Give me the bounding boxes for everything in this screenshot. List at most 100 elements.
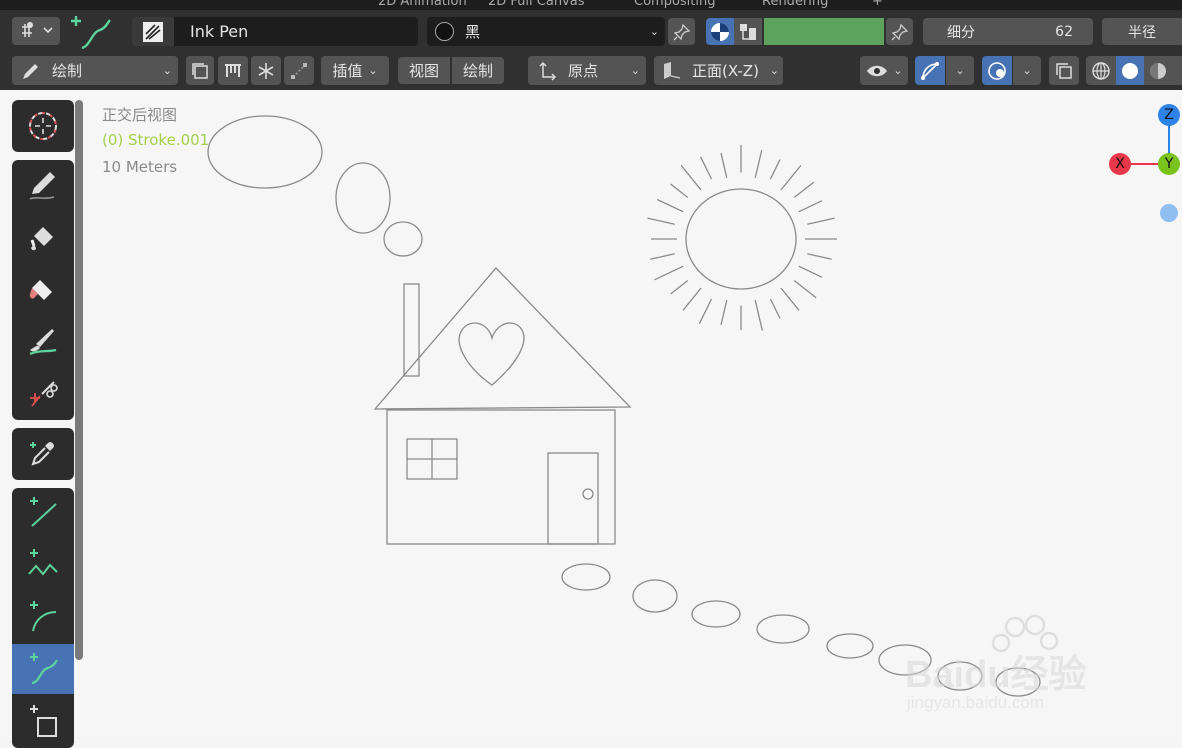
multiframe-icon[interactable] [186, 56, 214, 85]
navigation-gizmo[interactable]: Z X Y [1100, 100, 1182, 230]
pin-icon-2[interactable] [886, 18, 913, 45]
tab-compositing[interactable]: Compositing [634, 0, 716, 9]
solid-shading-icon[interactable] [1116, 56, 1144, 85]
sun-ray [798, 265, 823, 278]
plane-icon [664, 61, 681, 79]
sun-ray [650, 253, 675, 260]
view-menu-label: 视图 [408, 62, 439, 80]
watermark-brand: Baidu经验 [905, 654, 1087, 696]
rendered-shading-icon[interactable] [1172, 56, 1182, 85]
gizmo-toggle[interactable] [915, 56, 945, 85]
material-shading-icon[interactable] [1144, 56, 1172, 85]
wireframe-shading-icon[interactable] [1086, 56, 1116, 85]
tool-group-primitives [12, 488, 74, 748]
sun-ray [807, 253, 832, 260]
origin-label: 原点 [568, 62, 599, 80]
watermark-url: jingyan.baidu.com [907, 693, 1045, 712]
overlays-toggle[interactable] [982, 56, 1012, 85]
sun-ray [670, 279, 689, 295]
drawing-plane-dropdown[interactable]: 正面(X-Z) ⌄ [654, 56, 783, 85]
interpolate-dropdown[interactable]: 插值 ⌄ [321, 56, 389, 85]
radius-label: 半径 [1128, 24, 1156, 41]
sun-ray [793, 279, 817, 299]
mode-label: 绘制 [52, 62, 83, 80]
sun-ray [720, 152, 728, 179]
brush-selector[interactable]: Ink Pen [132, 17, 418, 46]
draw-menu-label: 绘制 [462, 62, 493, 80]
origin-dropdown[interactable]: 原点 ⌄ [528, 56, 646, 85]
tint-icon [29, 329, 57, 356]
origin-icon [539, 61, 557, 81]
xray-icon[interactable] [1049, 56, 1079, 85]
material-selector[interactable]: 黑 ⌄ [427, 17, 665, 46]
tab-2d-animation[interactable]: 2D Animation [378, 0, 467, 9]
tint-tool[interactable] [12, 316, 74, 366]
material-name: 黑 [465, 23, 481, 41]
color-swatch[interactable] [764, 18, 884, 45]
box-tool[interactable] [12, 696, 74, 746]
overlays-dropdown[interactable]: ⌄ [1013, 56, 1041, 85]
draw-tool[interactable] [12, 160, 74, 210]
fill-tool[interactable] [12, 212, 74, 262]
line-tool[interactable] [12, 488, 74, 538]
line-icon [30, 497, 57, 527]
object-name: (0) Stroke.001 [102, 131, 210, 149]
tool-group-cursor [12, 100, 74, 152]
cutter-tool[interactable] [12, 368, 74, 418]
gizmo-z-axis[interactable]: Z [1158, 104, 1180, 126]
sun-ray [780, 164, 802, 191]
material-sphere-icon [435, 22, 454, 41]
toolbar-scrollbar[interactable] [75, 100, 83, 660]
guide-icon[interactable] [284, 56, 314, 85]
chevron-down-icon: ⌄ [630, 64, 640, 77]
gizmo-y-axis[interactable]: Y [1158, 153, 1180, 175]
color-wheel-icon [711, 22, 729, 41]
view-name: 正交后视图 [102, 106, 178, 124]
cutter-icon [30, 381, 58, 407]
tool-group-draw [12, 160, 74, 420]
tab-rendering[interactable]: Rendering [762, 0, 828, 9]
chevron-down-icon: ⌄ [955, 64, 965, 77]
tab-2d-full-canvas[interactable]: 2D Full Canvas [488, 0, 585, 9]
subdivide-slider[interactable]: 细分 62 [923, 18, 1093, 45]
sun-ray [798, 200, 823, 213]
sun-ray [769, 298, 781, 319]
grease-pencil-mode-icon [22, 22, 53, 37]
editor-type-button[interactable] [12, 17, 60, 45]
onion-skin-icon[interactable] [218, 56, 248, 85]
snowflake-icon[interactable] [251, 56, 281, 85]
curve-tool[interactable] [12, 644, 74, 694]
sun-ray [720, 299, 728, 326]
cursor-tool[interactable] [12, 101, 74, 151]
chevron-down-icon: ⌄ [368, 64, 378, 77]
color-mode-toggle[interactable] [706, 18, 734, 45]
gizmo-x-axis[interactable]: X [1109, 153, 1131, 175]
watermark: Baidu经验 jingyan.baidu.com [905, 615, 1165, 715]
radius-slider[interactable]: 半径 [1102, 18, 1182, 45]
sun-ray [654, 265, 684, 281]
viewport[interactable]: Baidu经验 jingyan.baidu.com 正交后视图 (0) Stro… [0, 90, 1182, 737]
view-menu[interactable]: 视图 [398, 57, 450, 84]
sun-ray [793, 181, 815, 199]
arc-icon [30, 601, 57, 632]
draw-menu[interactable]: 绘制 [452, 57, 504, 84]
brush-icon [132, 17, 174, 46]
tab-add[interactable]: + [872, 0, 883, 9]
polyline-tool[interactable] [12, 540, 74, 590]
gizmo-dropdown[interactable]: ⌄ [946, 56, 974, 85]
arc-tool[interactable] [12, 592, 74, 642]
visibility-dropdown[interactable]: ⌄ [860, 56, 908, 85]
interpolate-label: 插值 [332, 62, 363, 80]
eyedropper-tool[interactable] [12, 429, 74, 479]
erase-icon [29, 280, 52, 300]
sun-ray [780, 287, 800, 311]
subdivide-value: 62 [1055, 23, 1073, 40]
pin-icon[interactable] [668, 18, 695, 45]
draw-icon [29, 172, 55, 200]
mode-dropdown[interactable]: 绘制 ⌄ [12, 56, 178, 85]
gizmo-icon [921, 61, 939, 80]
curve-tool-icon[interactable] [70, 12, 116, 52]
vertex-paint-toggle[interactable] [734, 18, 762, 45]
erase-tool[interactable] [12, 264, 74, 314]
chevron-down-icon: ⌄ [649, 25, 659, 38]
